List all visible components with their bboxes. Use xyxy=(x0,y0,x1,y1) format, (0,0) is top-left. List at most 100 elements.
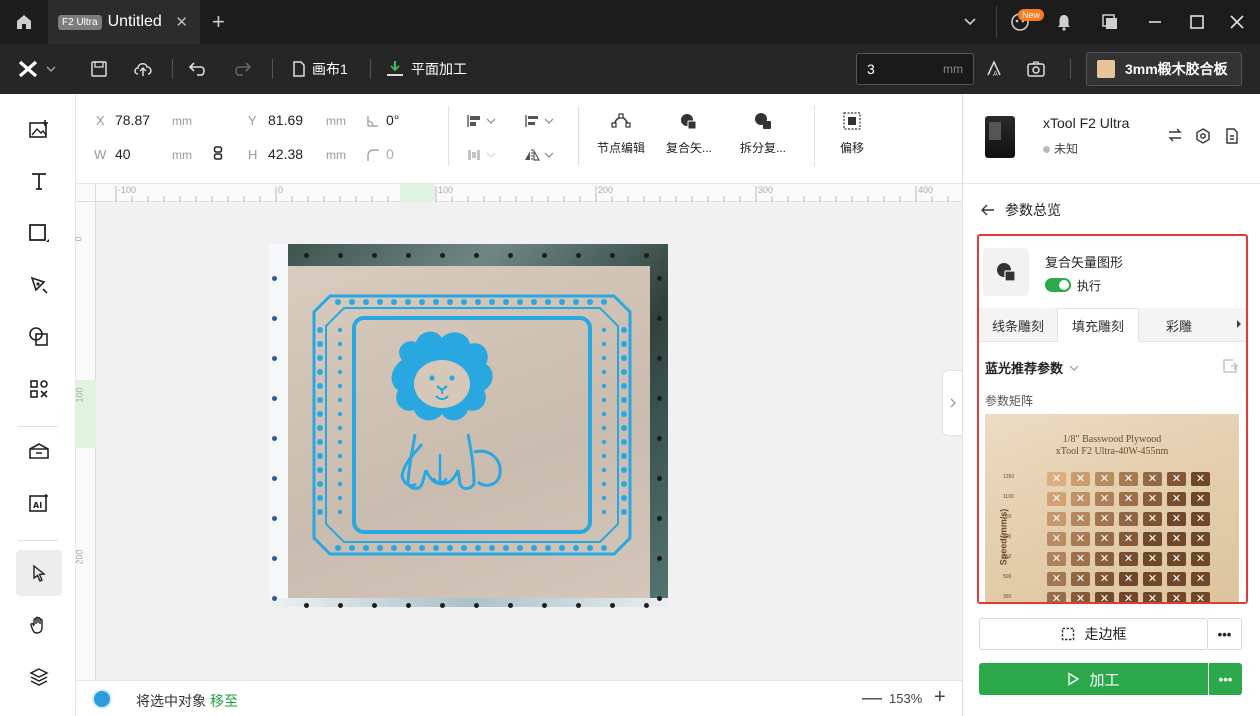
rotation-input[interactable]: 0° xyxy=(386,112,399,128)
lion-frame-design[interactable] xyxy=(312,294,632,556)
split-vector-button[interactable]: 拆分复... xyxy=(728,112,798,156)
align-icon xyxy=(467,115,480,127)
bed-hole xyxy=(272,316,277,321)
matrix-cell: ✕ xyxy=(1143,512,1162,526)
maximize-button[interactable] xyxy=(1182,0,1212,44)
redo-button[interactable] xyxy=(232,44,252,94)
matrix-row-label: 800 xyxy=(1003,534,1012,540)
distribute-dropdown[interactable] xyxy=(466,148,496,162)
align-dropdown[interactable] xyxy=(466,114,496,128)
flip-icon xyxy=(525,148,540,161)
save-button[interactable] xyxy=(90,44,108,94)
caret-right-icon[interactable] xyxy=(1236,319,1242,329)
bed-hole xyxy=(644,603,649,608)
bed-hole xyxy=(272,396,277,401)
combine-vector-button[interactable]: 复合矢... xyxy=(654,112,724,156)
save-icon xyxy=(91,61,107,77)
top-ruler-selection-highlight xyxy=(400,184,435,202)
matrix-cell: ✕ xyxy=(1095,512,1114,526)
flip-dropdown[interactable] xyxy=(524,148,554,162)
matrix-row-label: 1250 xyxy=(1003,474,1015,480)
height-input[interactable]: 42.38 xyxy=(268,146,303,162)
bed-hole xyxy=(657,436,662,441)
undo-button[interactable] xyxy=(188,44,208,94)
top-ruler-label: 200 xyxy=(598,185,614,195)
home-button[interactable] xyxy=(0,0,48,44)
move-to-link[interactable]: 移至 xyxy=(210,693,238,709)
matrix-cell: ✕ xyxy=(1119,552,1138,566)
tab-color-engrave[interactable]: 彩雕 xyxy=(1139,308,1219,342)
y-position-input[interactable]: 81.69 xyxy=(268,112,303,128)
zoom-level[interactable]: 153% xyxy=(889,691,922,706)
process-mode-selector[interactable]: 平面加工 xyxy=(385,44,467,94)
frame-button[interactable]: 走边框 xyxy=(979,618,1208,650)
notifications-button[interactable] xyxy=(1050,0,1078,44)
parameter-matrix-image[interactable]: 1/8" Basswood Plywood xTool F2 Ultra-40W… xyxy=(985,414,1239,602)
bed-hole xyxy=(657,596,662,601)
document-tab[interactable]: F2 Ultra Untitled ✕ xyxy=(48,0,200,44)
switch-device-button[interactable] xyxy=(1167,128,1183,145)
matrix-cell: ✕ xyxy=(1167,552,1186,566)
close-window-button[interactable] xyxy=(1222,0,1252,44)
material-selector[interactable]: 3mm椴木胶合板 xyxy=(1086,52,1242,86)
status-indicator xyxy=(94,691,110,707)
execute-toggle[interactable] xyxy=(1045,278,1071,292)
insert-image-tool[interactable] xyxy=(16,106,62,152)
shape-tool[interactable] xyxy=(16,210,62,256)
x-position-input[interactable]: 78.87 xyxy=(115,112,150,128)
frame-more-button[interactable]: ••• xyxy=(1208,618,1242,650)
back-to-overview-button[interactable]: 参数总览 xyxy=(981,200,1061,220)
assistant-button[interactable] xyxy=(1004,0,1036,44)
camera-button[interactable] xyxy=(1026,44,1046,94)
cloud-upload-button[interactable] xyxy=(132,44,154,94)
pen-tool[interactable] xyxy=(16,262,62,308)
left-ruler-label: 100 xyxy=(74,387,85,403)
layers-tool[interactable] xyxy=(16,654,62,700)
offset-button[interactable]: 偏移 xyxy=(817,112,887,156)
titlebar-divider xyxy=(996,6,997,38)
device-settings-button[interactable] xyxy=(1195,128,1211,147)
panel-collapse-handle[interactable] xyxy=(942,370,962,436)
distribute-icon xyxy=(525,115,538,127)
select-tool[interactable] xyxy=(16,550,62,596)
tab-line-engrave[interactable]: 线条雕刻 xyxy=(979,308,1057,342)
corner-radius-icon xyxy=(367,149,379,161)
device-info-button[interactable] xyxy=(1225,128,1239,147)
node-edit-icon xyxy=(611,113,631,128)
hand-tool[interactable] xyxy=(16,602,62,648)
corner-radius-input[interactable]: 0 xyxy=(386,146,394,162)
node-edit-button[interactable]: 节点编辑 xyxy=(586,112,656,156)
split-icon xyxy=(755,113,771,129)
zoom-out-button[interactable]: — xyxy=(862,687,882,710)
auto-focus-button[interactable]: A xyxy=(984,44,1004,94)
bed-hole xyxy=(272,516,277,521)
new-badge: New xyxy=(1018,9,1045,21)
minimize-button[interactable] xyxy=(1140,0,1170,44)
material-library-tool[interactable] xyxy=(16,428,62,474)
arrange-dropdown[interactable] xyxy=(524,114,554,128)
multi-window-button[interactable] xyxy=(1096,0,1124,44)
lock-ratio-icon[interactable] xyxy=(212,145,224,161)
close-tab-icon[interactable]: ✕ xyxy=(175,13,188,31)
process-more-button[interactable]: ••• xyxy=(1209,663,1242,695)
export-params-button[interactable] xyxy=(1222,358,1238,377)
tabs-dropdown-button[interactable] xyxy=(954,0,986,44)
matrix-cell: ✕ xyxy=(1119,512,1138,526)
text-tool[interactable] xyxy=(16,158,62,204)
width-input[interactable]: 40 xyxy=(115,146,131,162)
h-label: H xyxy=(248,147,258,162)
box-icon xyxy=(29,443,49,459)
new-tab-button[interactable]: + xyxy=(212,9,225,35)
boolean-shapes-tool[interactable] xyxy=(16,314,62,360)
preset-dropdown[interactable]: 蓝光推荐参数 xyxy=(985,358,1079,377)
material-thickness-input[interactable]: 3 mm xyxy=(856,53,974,85)
tab-fill-engrave[interactable]: 填充雕刻 xyxy=(1057,308,1139,342)
x-label: X xyxy=(96,113,105,128)
matrix-cell: ✕ xyxy=(1143,552,1162,566)
zoom-in-button[interactable]: + xyxy=(934,686,946,709)
elements-library-tool[interactable] xyxy=(16,366,62,412)
process-button[interactable]: 加工 xyxy=(979,663,1208,695)
canvas-selector[interactable]: 画布1 xyxy=(292,44,348,94)
app-menu-button[interactable] xyxy=(18,44,56,94)
ai-image-tool[interactable]: AI xyxy=(16,480,62,526)
